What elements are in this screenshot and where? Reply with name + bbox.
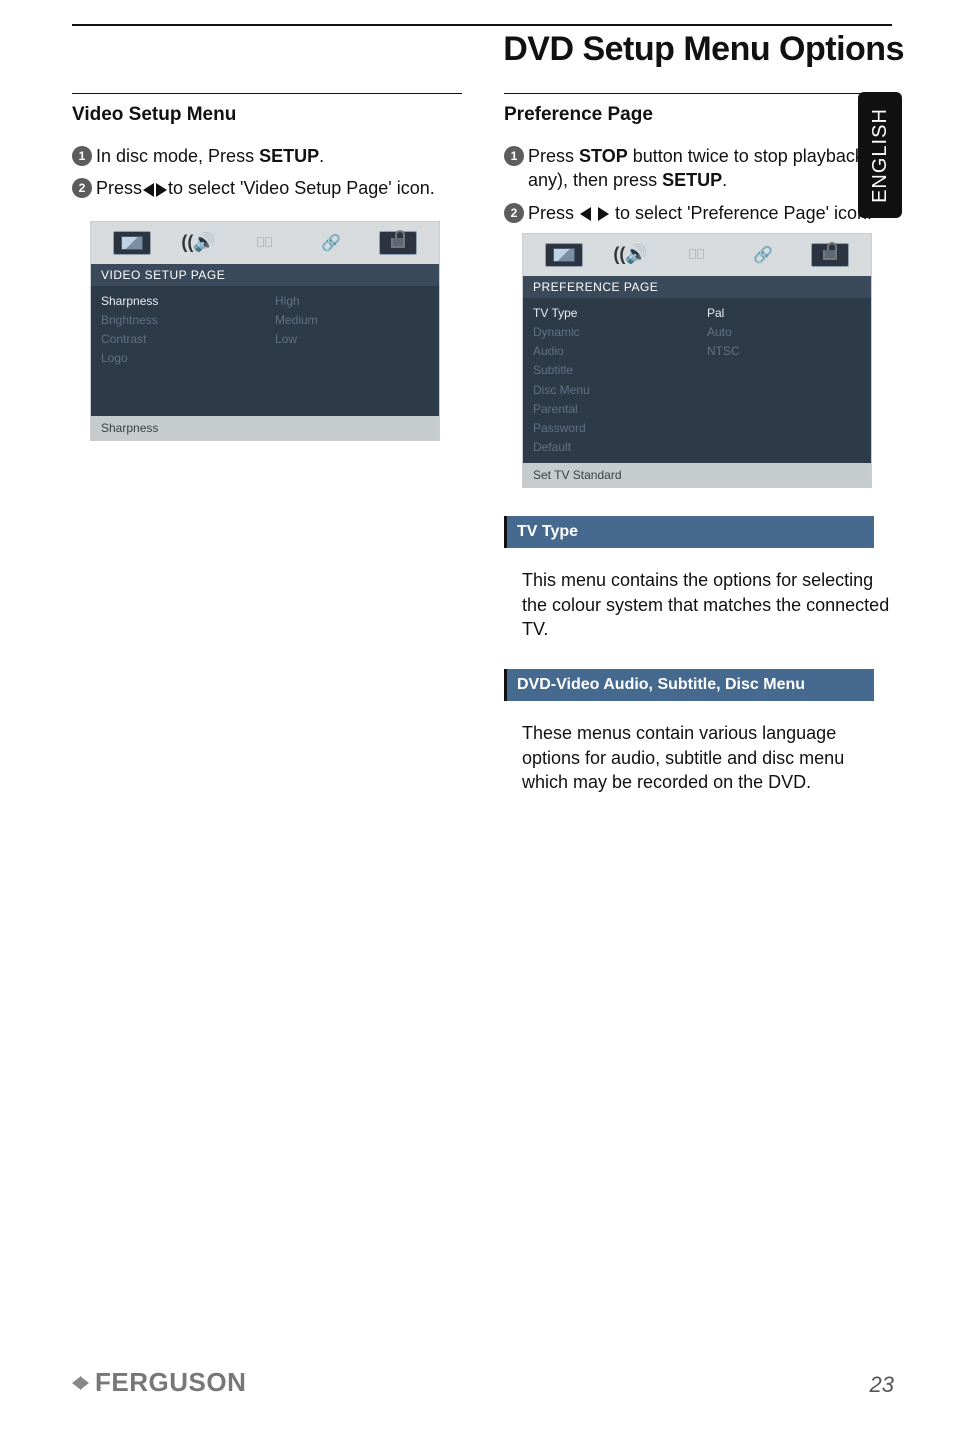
page-number: 23 xyxy=(870,1372,894,1398)
osd-menu-item: TV Type xyxy=(533,304,687,323)
link-tab-icon: 🔗 xyxy=(312,231,350,255)
columns: Video Setup Menu 1 In disc mode, Press S… xyxy=(72,93,904,794)
language-tab-label: ENGLISH xyxy=(869,108,892,203)
osd-menu-item: Subtitle xyxy=(533,361,687,380)
osd-status: Set TV Standard xyxy=(523,463,871,487)
osd-status: Sharpness xyxy=(91,416,439,440)
footer: FERGUSON 23 xyxy=(72,1367,894,1398)
osd-body: TV Type Dynamic Audio Subtitle Disc Menu… xyxy=(523,298,871,464)
osd-menu-item: Password xyxy=(533,419,687,438)
speaker-icon: ((🔊 xyxy=(613,244,647,265)
text-fragment: In disc mode, Press xyxy=(96,146,259,166)
page-title: DVD Setup Menu Options xyxy=(503,30,904,69)
right-arrow-icon xyxy=(598,207,609,221)
language-tab: ENGLISH xyxy=(858,92,902,218)
osd-menu-column: TV Type Dynamic Audio Subtitle Disc Menu… xyxy=(523,298,697,464)
osd-body: Sharpness Brightness Contrast Logo High … xyxy=(91,286,439,416)
left-step-1-text: In disc mode, Press SETUP. xyxy=(96,144,462,168)
pref-tab-icon xyxy=(379,231,417,255)
osd-title: VIDEO SETUP PAGE xyxy=(91,264,439,286)
osd-menu-item: Brightness xyxy=(101,311,255,330)
brand-logo-icon xyxy=(72,1376,93,1390)
general-tab-icon xyxy=(545,243,583,267)
link-tab-icon: 🔗 xyxy=(744,243,782,267)
text-fragment: Press xyxy=(528,146,579,166)
dolby-tab-icon xyxy=(246,231,284,255)
preference-osd: ((🔊 🔗 PREFERENCE PAGE TV Type Dynamic Au… xyxy=(522,233,872,489)
text-fragment: to select 'Preference Page' icon. xyxy=(610,203,872,223)
pref-tab-icon xyxy=(811,243,849,267)
lock-icon xyxy=(823,250,837,260)
osd-option-item: High xyxy=(275,292,429,311)
osd-menu-item: Logo xyxy=(101,349,255,368)
right-column: Preference Page 1 Press STOP button twic… xyxy=(504,93,894,794)
osd-menu-item: Sharpness xyxy=(101,292,255,311)
step-badge-2: 2 xyxy=(72,178,92,198)
text-fragment: . xyxy=(319,146,324,166)
dolby-icon xyxy=(689,249,705,261)
setup-keyword: SETUP xyxy=(662,170,722,190)
video-setup-osd: ((🔊 🔗 VIDEO SETUP PAGE Sharpness Brightn… xyxy=(90,221,440,441)
osd-menu-item: Parental xyxy=(533,400,687,419)
speaker-icon: ((🔊 xyxy=(181,232,215,253)
text-fragment: Press xyxy=(528,203,579,223)
right-step-1-text: Press STOP button twice to stop playback… xyxy=(528,144,894,193)
osd-menu-column: Sharpness Brightness Contrast Logo xyxy=(91,286,265,416)
osd-option-item: Low xyxy=(275,330,429,349)
osd-menu-item: Disc Menu xyxy=(533,381,687,400)
picture-icon xyxy=(121,236,143,250)
step-badge-2: 2 xyxy=(504,203,524,223)
osd-option-item: NTSC xyxy=(707,342,861,361)
right-step-1: 1 Press STOP button twice to stop playba… xyxy=(504,144,894,193)
step-badge-1: 1 xyxy=(72,146,92,166)
dvd-video-paragraph: These menus contain various language opt… xyxy=(522,721,892,794)
chain-icon: 🔗 xyxy=(321,233,341,253)
dolby-tab-icon xyxy=(678,243,716,267)
brand-name: FERGUSON xyxy=(95,1367,246,1398)
title-row: DVD Setup Menu Options xyxy=(72,30,904,69)
osd-option-item: Medium xyxy=(275,311,429,330)
left-column: Video Setup Menu 1 In disc mode, Press S… xyxy=(72,93,462,794)
left-heading: Video Setup Menu xyxy=(72,93,462,126)
text-fragment: Press xyxy=(96,178,142,198)
text-fragment: to select 'Video Setup Page' icon. xyxy=(168,178,435,198)
osd-menu-item: Audio xyxy=(533,342,687,361)
osd-menu-item: Dynamic xyxy=(533,323,687,342)
osd-title: PREFERENCE PAGE xyxy=(523,276,871,298)
osd-option-column: High Medium Low xyxy=(265,286,439,416)
step-badge-1: 1 xyxy=(504,146,524,166)
osd-option-column: Pal Auto NTSC xyxy=(697,298,871,464)
left-step-1: 1 In disc mode, Press SETUP. xyxy=(72,144,462,168)
left-arrow-icon xyxy=(580,207,591,221)
tv-type-heading: TV Type xyxy=(504,516,874,548)
right-step-2-text: Press to select 'Preference Page' icon. xyxy=(528,201,894,225)
chain-icon: 🔗 xyxy=(753,245,773,265)
audio-tab-icon: ((🔊 xyxy=(180,231,218,255)
page: DVD Setup Menu Options ENGLISH Video Set… xyxy=(0,0,954,1442)
top-rule xyxy=(72,24,892,26)
brand: FERGUSON xyxy=(72,1367,246,1398)
left-step-2: 2 Press to select 'Video Setup Page' icon… xyxy=(72,176,462,200)
tv-type-paragraph: This menu contains the options for selec… xyxy=(522,568,892,641)
dolby-icon xyxy=(257,237,273,249)
osd-option-item: Auto xyxy=(707,323,861,342)
dvd-video-heading: DVD-Video Audio, Subtitle, Disc Menu xyxy=(504,669,874,701)
right-arrow-icon xyxy=(156,183,167,197)
left-arrow-icon xyxy=(143,183,154,197)
osd-icon-row: ((🔊 🔗 xyxy=(91,222,439,264)
lock-icon xyxy=(391,238,405,248)
left-step-2-text: Press to select 'Video Setup Page' icon. xyxy=(96,176,462,200)
picture-icon xyxy=(553,248,575,262)
text-fragment: . xyxy=(722,170,727,190)
general-tab-icon xyxy=(113,231,151,255)
right-heading: Preference Page xyxy=(504,93,894,126)
osd-menu-item: Default xyxy=(533,438,687,457)
stop-keyword: STOP xyxy=(579,146,628,166)
right-step-2: 2 Press to select 'Preference Page' icon… xyxy=(504,201,894,225)
osd-icon-row: ((🔊 🔗 xyxy=(523,234,871,276)
osd-menu-item: Contrast xyxy=(101,330,255,349)
osd-option-item: Pal xyxy=(707,304,861,323)
setup-keyword: SETUP xyxy=(259,146,319,166)
audio-tab-icon: ((🔊 xyxy=(612,243,650,267)
